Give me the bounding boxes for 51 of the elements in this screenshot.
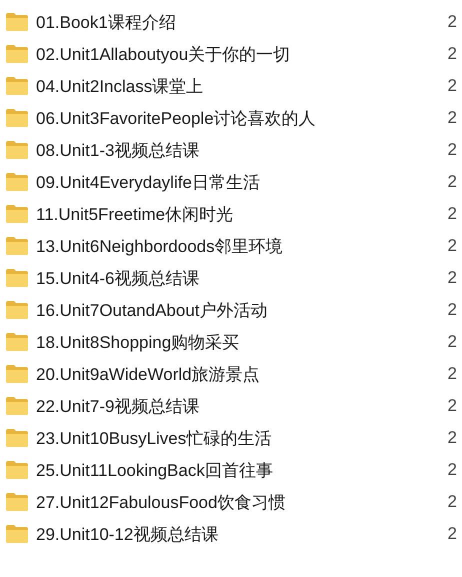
folder-icon [6, 365, 28, 383]
date-modified: 2 [448, 76, 457, 96]
folder-icon [6, 45, 28, 63]
folder-name[interactable]: 04.Unit2Inclass课堂上 [36, 74, 448, 98]
folder-icon [6, 429, 28, 447]
date-modified: 2 [448, 396, 457, 416]
date-modified: 2 [448, 332, 457, 352]
folder-name[interactable]: 06.Unit3FavoritePeople讨论喜欢的人 [36, 106, 448, 130]
date-modified: 2 [448, 12, 457, 32]
folder-name[interactable]: 18.Unit8Shopping购物采买 [36, 330, 448, 354]
folder-icon [6, 301, 28, 319]
folder-icon [6, 397, 28, 415]
folder-icon [6, 141, 28, 159]
folder-icon [6, 77, 28, 95]
folder-name[interactable]: 09.Unit4Everydaylife日常生活 [36, 170, 448, 194]
folder-name[interactable]: 16.Unit7OutandAbout户外活动 [36, 298, 448, 322]
folder-name[interactable]: 13.Unit6Neighbordoods邻里环境 [36, 234, 448, 258]
folder-name[interactable]: 22.Unit7-9视频总结课 [36, 394, 448, 418]
date-modified: 2 [448, 300, 457, 320]
date-modified: 2 [448, 44, 457, 64]
folder-name[interactable]: 27.Unit12FabulousFood饮食习惯 [36, 490, 448, 514]
date-modified: 2 [448, 364, 457, 384]
date-modified: 2 [448, 108, 457, 128]
date-modified: 2 [448, 140, 457, 160]
date-modified: 2 [448, 236, 457, 256]
date-modified: 2 [448, 460, 457, 480]
folder-icon [6, 173, 28, 191]
date-modified: 2 [448, 428, 457, 448]
date-modified: 2 [448, 524, 457, 544]
date-modified: 2 [448, 204, 457, 224]
date-modified: 2 [448, 268, 457, 288]
folder-name[interactable]: 23.Unit10BusyLives忙碌的生活 [36, 426, 448, 450]
folder-name[interactable]: 02.Unit1Allaboutyou关于你的一切 [36, 42, 448, 66]
folder-icon [6, 205, 28, 223]
folder-name[interactable]: 01.Book1课程介绍 [36, 10, 448, 34]
folder-name[interactable]: 25.Unit11LookingBack回首往事 [36, 458, 448, 482]
folder-icon [6, 269, 28, 287]
folder-name[interactable]: 08.Unit1-3视频总结课 [36, 138, 448, 162]
folder-icon [6, 109, 28, 127]
folder-icon [6, 237, 28, 255]
folder-icon [6, 333, 28, 351]
date-modified: 2 [448, 172, 457, 192]
folder-name[interactable]: 11.Unit5Freetime休闲时光 [36, 202, 448, 226]
folder-icon [6, 493, 28, 511]
date-modified: 2 [448, 492, 457, 512]
folder-name[interactable]: 20.Unit9aWideWorld旅游景点 [36, 362, 448, 386]
folder-icon [6, 461, 28, 479]
folder-icon [6, 525, 28, 543]
folder-icon [6, 13, 28, 31]
folder-name[interactable]: 15.Unit4-6视频总结课 [36, 266, 448, 290]
folder-name[interactable]: 29.Unit10-12视频总结课 [36, 522, 448, 546]
